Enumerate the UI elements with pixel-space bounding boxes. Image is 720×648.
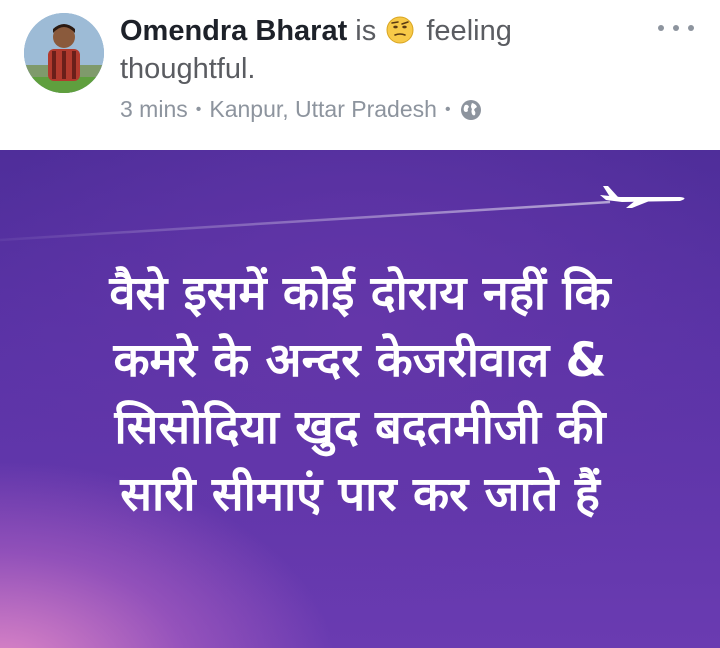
quote-text: वैसे इसमें कोई दोराय नहीं कि कमरे के अन्… — [30, 260, 690, 528]
more-dot — [688, 25, 694, 31]
feeling-value[interactable]: thoughtful. — [120, 53, 255, 85]
separator-dot: • — [195, 100, 202, 118]
quote-line: कमरे के अन्दर केजरीवाल & — [113, 333, 607, 388]
quote-line: सारी सीमाएं पार कर जाते हैं — [120, 467, 600, 522]
more-dot — [673, 25, 679, 31]
avatar[interactable] — [24, 13, 104, 93]
feeling-text: feeling — [426, 15, 512, 47]
quote-line: सिसोदिया खुद बदतमीजी की — [114, 400, 606, 455]
is-text: is — [355, 15, 377, 47]
thinking-face-emoji-icon — [386, 16, 414, 44]
avatar-photo — [24, 13, 104, 93]
post-headline: Omendra Bharat is feeling thoughtful. — [120, 12, 640, 88]
airplane-icon — [600, 186, 685, 208]
post-time[interactable]: 3 mins — [120, 96, 188, 123]
separator-dot: • — [444, 100, 451, 118]
post-meta: 3 mins • Kanpur, Uttar Pradesh • — [120, 96, 483, 123]
quote-line: वैसे इसमें कोई दोराय नहीं कि — [109, 266, 611, 321]
globe-icon[interactable] — [459, 98, 483, 122]
post-image[interactable]: वैसे इसमें कोई दोराय नहीं कि कमरे के अन्… — [0, 150, 720, 648]
author-name[interactable]: Omendra Bharat — [120, 15, 347, 47]
more-options-icon[interactable] — [658, 16, 694, 40]
more-dot — [658, 25, 664, 31]
post-header: Omendra Bharat is feeling thoughtful. 3 … — [0, 0, 720, 150]
post-location[interactable]: Kanpur, Uttar Pradesh — [209, 96, 437, 123]
